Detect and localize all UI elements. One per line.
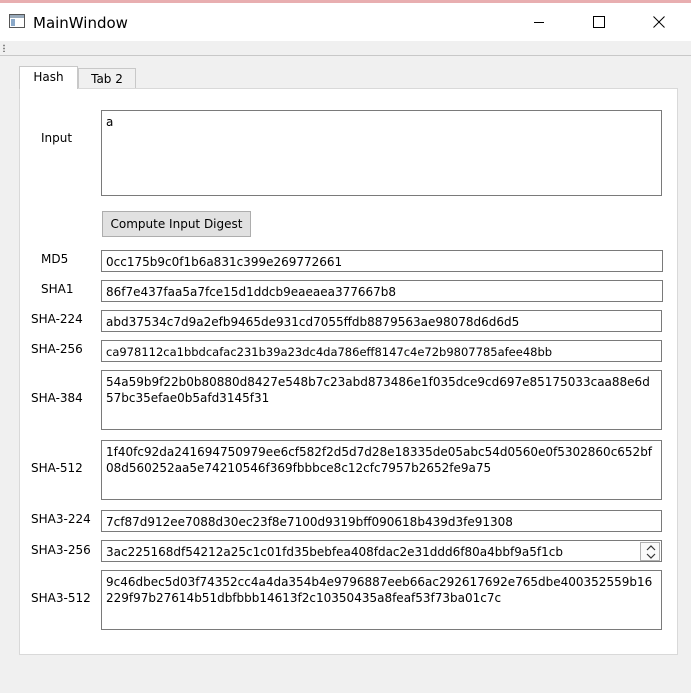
close-button[interactable] (636, 3, 682, 41)
sha512-label: SHA-512 (31, 461, 83, 475)
tab-hash[interactable]: Hash (19, 66, 78, 89)
input-textarea[interactable]: a (101, 110, 662, 196)
sha256-label: SHA-256 (31, 342, 83, 356)
sha1-field[interactable]: 86f7e437faa5a7fce15d1ddcb9eaeaea377667b8 (101, 280, 663, 302)
sha3-256-field[interactable]: 3ac225168df54212a25c1c01fd35bebfea408fda… (101, 540, 662, 562)
title-bar[interactable]: MainWindow (0, 3, 691, 41)
sha3-256-scroll-buttons[interactable] (640, 542, 660, 561)
toolbar-grip[interactable] (3, 44, 5, 52)
tab-2[interactable]: Tab 2 (78, 68, 136, 89)
maximize-button[interactable] (576, 3, 622, 41)
sha3-512-label: SHA3-512 (31, 591, 91, 605)
sha3-224-field[interactable]: 7cf87d912ee7088d30ec23f8e7100d9319bff090… (101, 510, 662, 532)
window-title: MainWindow (33, 14, 128, 32)
minimize-icon (534, 22, 544, 23)
spin-down-icon[interactable] (646, 553, 656, 559)
close-icon (653, 16, 665, 28)
status-bar (0, 671, 691, 693)
sha384-field[interactable]: 54a59b9f22b0b80880d8427e548b7c23abd87348… (101, 370, 662, 430)
sha3-224-label: SHA3-224 (31, 512, 91, 526)
md5-field[interactable]: 0cc175b9c0f1b6a831c399e269772661 (101, 250, 663, 272)
sha384-label: SHA-384 (31, 391, 83, 405)
app-window-icon (9, 14, 25, 28)
sha3-512-field[interactable]: 9c46dbec5d03f74352cc4a4da354b4e9796887ee… (101, 570, 662, 630)
md5-label: MD5 (41, 252, 69, 266)
maximize-icon (593, 16, 605, 28)
sha1-label: SHA1 (41, 282, 74, 296)
sha256-field[interactable]: ca978112ca1bbdcafac231b39a23dc4da786eff8… (101, 340, 662, 362)
sha3-256-label: SHA3-256 (31, 543, 91, 557)
toolbar-area (0, 41, 691, 56)
input-label: Input (41, 131, 73, 145)
minimize-button[interactable] (516, 3, 562, 41)
sha224-label: SHA-224 (31, 312, 83, 326)
sha512-field[interactable]: 1f40fc92da241694750979ee6cf582f2d5d7d28e… (101, 440, 662, 500)
spin-up-icon[interactable] (646, 545, 656, 551)
sha224-field[interactable]: abd37534c7d9a2efb9465de931cd7055ffdb8879… (101, 310, 662, 332)
compute-input-digest-button[interactable]: Compute Input Digest (102, 211, 251, 237)
